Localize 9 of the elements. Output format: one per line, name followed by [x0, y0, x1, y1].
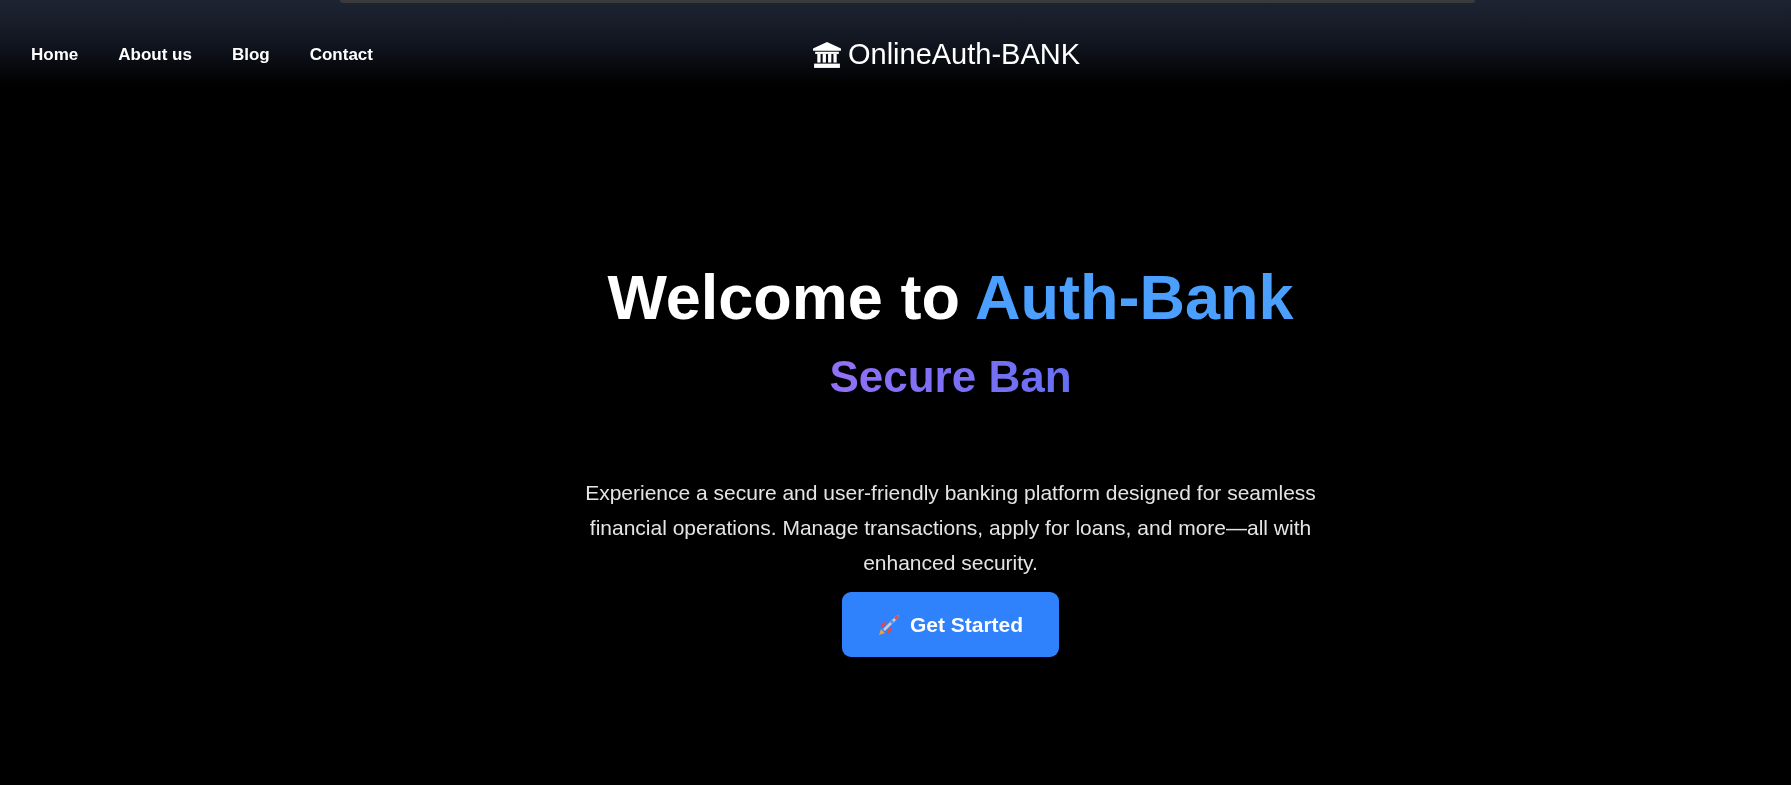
nav-link[interactable]: Blog: [231, 44, 270, 65]
nav-link[interactable]: About us: [118, 44, 192, 65]
nav-link[interactable]: Contact: [309, 44, 373, 65]
nav-link[interactable]: Home: [31, 44, 79, 65]
hero-description: Experience a secure and user-friendly banking platform designed for seamless financial operations. Manage transactions, apply for loans, and more—all with enhanced security.: [584, 480, 1317, 576]
hero-title: Welcome to Auth-Bank: [607, 262, 1294, 332]
rocket-icon: [877, 613, 900, 636]
bank-icon: [812, 41, 841, 68]
get-started-button[interactable]: Get Started: [842, 592, 1059, 657]
